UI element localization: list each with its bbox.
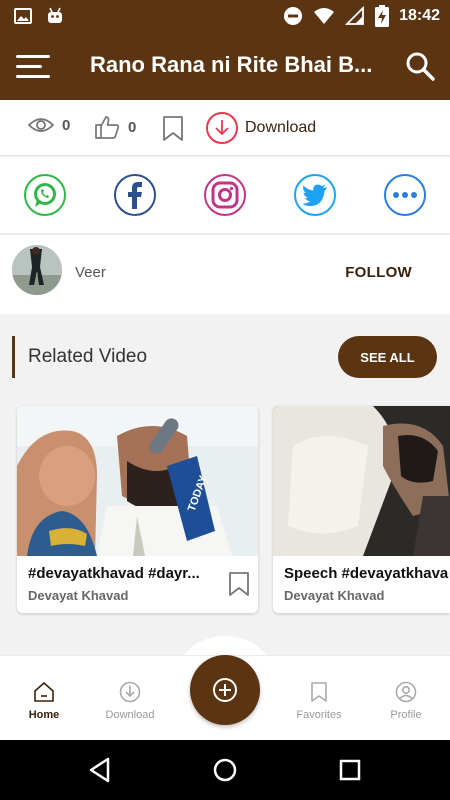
status-bar: 18:42 <box>0 0 450 32</box>
app-bar: Rano Rana ni Rite Bhai B... <box>0 32 450 100</box>
instagram-icon <box>211 181 239 209</box>
more-share-button[interactable] <box>384 174 426 216</box>
android-icon <box>48 7 62 23</box>
like-button[interactable]: 0 <box>94 114 136 140</box>
back-icon[interactable] <box>86 756 114 784</box>
follow-button[interactable]: FOLLOW <box>345 264 412 281</box>
home-icon <box>34 682 54 702</box>
video-title: #devayatkhavad #dayr... <box>28 565 200 582</box>
uploader-name: Veer <box>75 264 106 281</box>
likes-count: 0 <box>128 118 137 136</box>
nav-download[interactable]: Download <box>90 681 170 721</box>
status-time: 18:42 <box>399 7 440 24</box>
download-button[interactable]: Download <box>206 112 316 144</box>
related-video-header: Related Video SEE ALL <box>0 334 450 380</box>
nav-home[interactable]: Home <box>4 681 84 721</box>
download-label: Download <box>245 119 317 136</box>
image-icon <box>14 8 32 24</box>
wifi-icon <box>314 8 335 24</box>
video-stats-bar: 0 0 Download <box>0 100 450 156</box>
eye-icon <box>28 118 54 132</box>
do-not-disturb-icon <box>284 7 303 25</box>
recents-icon[interactable] <box>336 756 364 784</box>
nav-profile-label: Profile <box>390 709 422 721</box>
nav-download-label: Download <box>105 709 155 721</box>
page-title: Rano Rana ni Rite Bhai B... <box>90 52 373 77</box>
signal-icon <box>345 6 364 25</box>
battery-charging-icon <box>375 5 390 27</box>
uploader-card: Veer FOLLOW <box>0 234 450 314</box>
nav-profile[interactable]: Profile <box>366 681 446 721</box>
nav-favorites[interactable]: Favorites <box>279 681 359 721</box>
section-accent-bar <box>12 336 15 378</box>
home-button-icon[interactable] <box>211 756 239 784</box>
bookmark-icon[interactable] <box>162 115 184 142</box>
avatar[interactable] <box>12 245 62 295</box>
share-bar <box>0 157 450 233</box>
views-count: 0 <box>62 116 71 134</box>
download-arrow-icon <box>206 112 238 144</box>
add-button[interactable] <box>190 655 260 725</box>
related-video-title: Related Video <box>28 346 148 367</box>
video-author: Devayat Khavad <box>28 588 129 603</box>
bookmark-icon <box>311 682 327 702</box>
search-icon[interactable] <box>404 50 436 82</box>
twitter-share-button[interactable] <box>294 174 336 216</box>
add-circle-icon <box>213 678 237 702</box>
see-all-button[interactable]: SEE ALL <box>338 336 437 378</box>
facebook-share-button[interactable] <box>114 174 156 216</box>
download-icon <box>119 681 141 703</box>
whatsapp-share-button[interactable] <box>24 174 66 216</box>
more-icon <box>393 192 417 198</box>
video-card[interactable]: Speech #devayatkhavad Devayat Khavad <box>273 406 450 613</box>
video-title: Speech #devayatkhavad <box>284 565 449 582</box>
system-navigation-bar <box>0 740 450 800</box>
nav-favorites-label: Favorites <box>296 709 342 721</box>
views-stat: 0 <box>28 114 70 136</box>
twitter-icon <box>302 184 327 206</box>
hamburger-menu-icon[interactable] <box>16 52 50 80</box>
profile-icon <box>395 681 417 703</box>
video-card[interactable]: TODAY #devayatkhavad #dayr... Devayat Kh… <box>17 406 258 613</box>
video-author: Devayat Khavad <box>284 588 385 603</box>
video-thumbnail <box>273 406 450 556</box>
whatsapp-icon <box>34 183 56 207</box>
facebook-icon <box>128 182 142 209</box>
video-thumbnail: TODAY <box>17 406 258 556</box>
bookmark-icon[interactable] <box>228 571 250 597</box>
thumbs-up-icon <box>95 116 120 139</box>
instagram-share-button[interactable] <box>204 174 246 216</box>
nav-home-label: Home <box>28 709 60 721</box>
